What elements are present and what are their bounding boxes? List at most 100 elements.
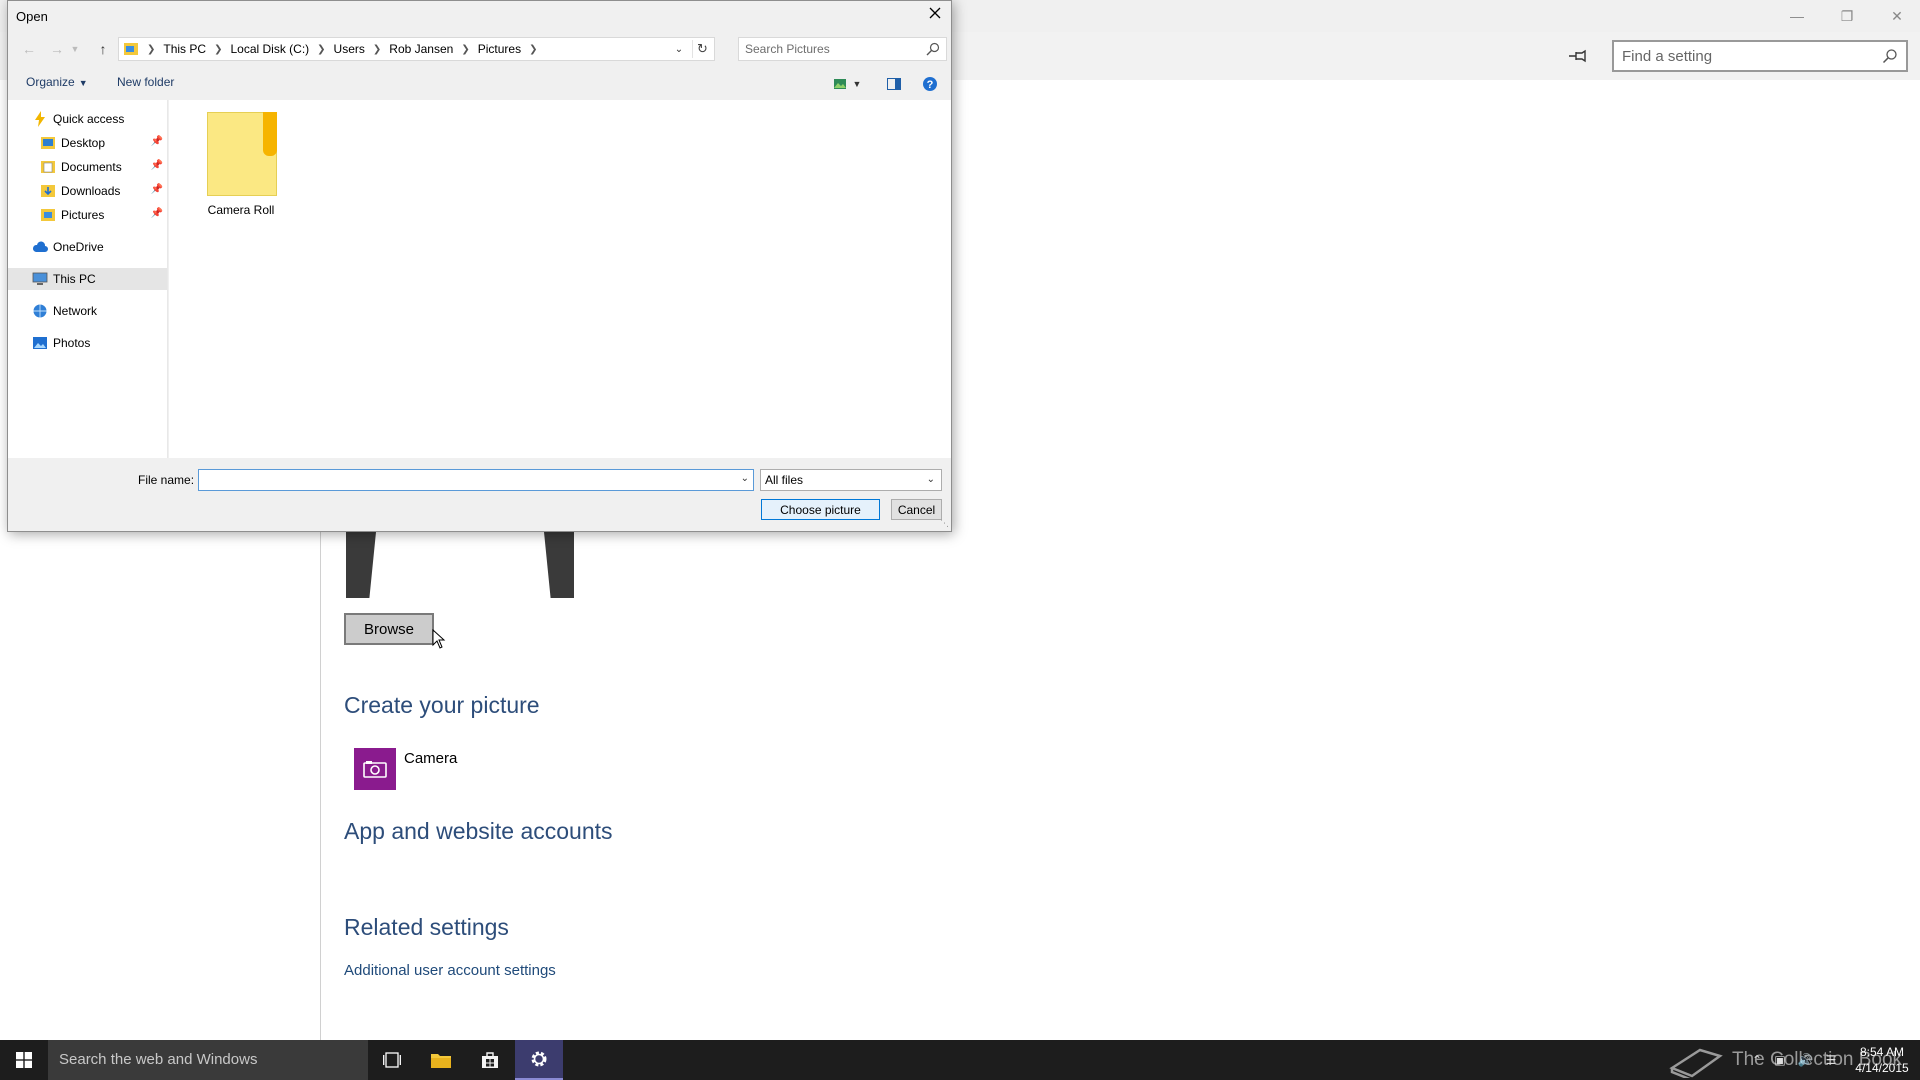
pin-icon[interactable]: 📌: [151, 160, 163, 171]
new-folder-button[interactable]: New folder: [117, 75, 174, 89]
file-name-input[interactable]: [203, 470, 723, 490]
chevron-down-icon[interactable]: ⌄: [741, 473, 749, 484]
nav-desktop[interactable]: Desktop 📌: [8, 132, 167, 154]
volume-icon[interactable]: 🔊: [1796, 1040, 1814, 1080]
dialog-close-button[interactable]: [923, 3, 947, 23]
desktop-icon: [40, 135, 56, 151]
camera-label[interactable]: Camera: [404, 750, 457, 767]
chevron-right-icon[interactable]: ❯: [373, 44, 381, 55]
nav-network[interactable]: Network: [8, 300, 167, 322]
breadcrumb-this-pc[interactable]: This PC: [163, 42, 206, 56]
chevron-right-icon[interactable]: ❯: [529, 44, 537, 55]
nav-onedrive[interactable]: OneDrive: [8, 236, 167, 258]
store-icon: [482, 1052, 498, 1068]
task-view-icon: [383, 1052, 401, 1068]
minimize-button[interactable]: —: [1774, 0, 1820, 32]
nav-pictures[interactable]: Pictures 📌: [8, 204, 167, 226]
breadcrumb-user[interactable]: Rob Jansen: [389, 42, 453, 56]
nav-photos[interactable]: Photos: [8, 332, 167, 354]
chevron-right-icon[interactable]: ❯: [461, 44, 469, 55]
find-setting-input[interactable]: [1622, 42, 1872, 70]
pin-icon[interactable]: 📌: [151, 184, 163, 195]
file-name-combobox[interactable]: ⌄: [198, 469, 754, 491]
pin-icon[interactable]: 📌: [151, 136, 163, 147]
chevron-right-icon[interactable]: ❯: [317, 44, 325, 55]
preview-pane-button[interactable]: [884, 75, 904, 93]
back-button[interactable]: ←: [18, 39, 40, 59]
pin-to-start-button[interactable]: [1562, 44, 1594, 68]
nav-label: Desktop: [61, 136, 106, 150]
pin-icon: [1569, 49, 1586, 63]
dialog-search-box[interactable]: [738, 37, 947, 61]
nav-documents[interactable]: Documents 📌: [8, 156, 167, 178]
restore-button[interactable]: ❐: [1824, 0, 1870, 32]
change-view-button[interactable]: ▼: [828, 75, 866, 93]
network-tray-icon[interactable]: ▣: [1772, 1040, 1788, 1080]
dialog-search-input[interactable]: [745, 38, 915, 60]
recent-locations-button[interactable]: ▼: [68, 39, 82, 59]
cancel-button[interactable]: Cancel: [891, 499, 942, 520]
lightning-icon: [32, 111, 48, 127]
chevron-right-icon[interactable]: ❯: [214, 44, 222, 55]
dialog-toolbar: Organize ▼ New folder ▼ ?: [8, 71, 951, 99]
browse-button[interactable]: Browse: [344, 613, 434, 645]
chevron-right-icon: ❯: [147, 43, 156, 55]
address-bar[interactable]: ❯ This PC ❯ Local Disk (C:) ❯ Users ❯ Ro…: [118, 37, 715, 61]
settings-app-button[interactable]: [515, 1040, 563, 1080]
breadcrumb-local-disk[interactable]: Local Disk (C:): [230, 42, 309, 56]
nav-label: OneDrive: [53, 240, 104, 254]
photos-icon: [32, 335, 48, 351]
address-history-button[interactable]: ⌄: [672, 41, 686, 57]
camera-tile[interactable]: [354, 748, 396, 790]
nav-downloads[interactable]: Downloads 📌: [8, 180, 167, 202]
taskbar-clock[interactable]: 8:54 AM 4/14/2015: [1848, 1044, 1916, 1076]
picture-view-icon: [833, 79, 846, 89]
network-icon: [32, 303, 48, 319]
nav-quick-access[interactable]: Quick access: [8, 108, 167, 130]
help-button[interactable]: ?: [920, 75, 940, 93]
file-type-select[interactable]: All files ⌄: [760, 469, 942, 491]
dialog-bottom-bar: File name: ⌄ All files ⌄ Choose picture …: [8, 458, 951, 531]
nav-this-pc[interactable]: This PC: [8, 268, 167, 290]
settings-close-button[interactable]: ✕: [1874, 0, 1920, 32]
organize-label: Organize: [26, 75, 75, 89]
nav-label: Documents: [61, 160, 122, 174]
folder-icon: [431, 1054, 451, 1068]
start-button[interactable]: [0, 1040, 48, 1080]
find-setting-search[interactable]: [1612, 40, 1908, 72]
folder-tab: [263, 112, 277, 156]
folder-item-camera-roll[interactable]: Camera Roll: [199, 112, 283, 222]
task-view-button[interactable]: [368, 1040, 416, 1080]
action-center-icon[interactable]: ☰: [1822, 1040, 1840, 1080]
pictures-icon: [40, 207, 56, 223]
chevron-down-icon: ▼: [852, 79, 862, 89]
account-picture: [344, 532, 576, 598]
dialog-title: Open: [16, 9, 48, 24]
file-type-value: All files: [765, 473, 804, 487]
resize-grip[interactable]: ⋱: [940, 518, 949, 529]
chevron-down-icon: ▼: [70, 44, 80, 54]
chevron-down-icon: ⌄: [926, 474, 935, 485]
taskbar-search-box[interactable]: Search the web and Windows: [48, 1040, 368, 1080]
forward-button[interactable]: →: [46, 39, 68, 59]
nav-label: This PC: [53, 272, 96, 286]
additional-account-settings-link[interactable]: Additional user account settings: [344, 962, 556, 979]
downloads-icon: [40, 183, 56, 199]
organize-button[interactable]: Organize ▼: [26, 75, 88, 89]
open-file-dialog: Open ← → ▼ ↑ ❯ This PC ❯ Local Disk (C:)…: [7, 0, 952, 532]
related-settings-heading: Related settings: [344, 914, 509, 940]
taskbar: Search the web and Windows: [0, 1040, 1920, 1080]
show-hidden-icons-button[interactable]: ⌃: [1750, 1040, 1764, 1080]
breadcrumb-users[interactable]: Users: [334, 42, 365, 56]
choose-picture-button[interactable]: Choose picture: [761, 499, 880, 520]
file-list-pane: Camera Roll: [169, 100, 951, 458]
file-explorer-button[interactable]: [417, 1040, 465, 1080]
refresh-button[interactable]: ↻: [692, 40, 712, 58]
up-button[interactable]: ↑: [92, 39, 114, 59]
windows-logo-icon: [16, 1052, 32, 1068]
refresh-icon: ↻: [697, 41, 708, 56]
breadcrumb-pictures[interactable]: Pictures: [478, 42, 521, 56]
store-button[interactable]: [466, 1040, 514, 1080]
pin-icon[interactable]: 📌: [151, 208, 163, 219]
file-name-label: File name:: [138, 473, 195, 487]
